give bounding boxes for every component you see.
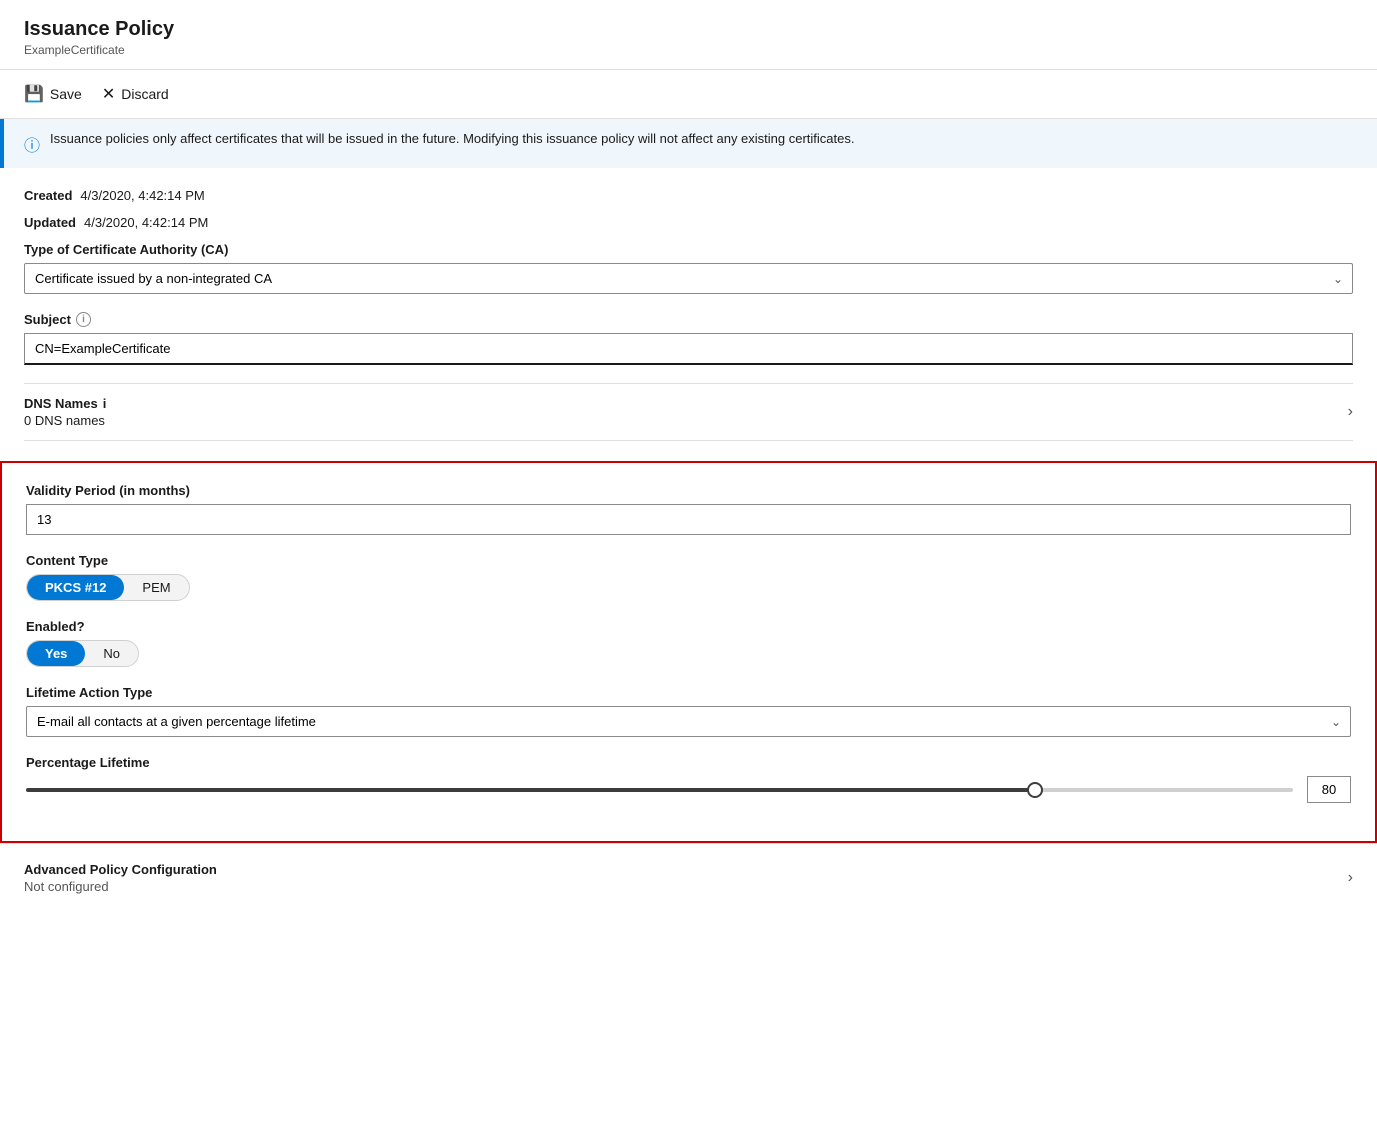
highlighted-section: Validity Period (in months) Content Type… (0, 461, 1377, 843)
ca-type-field: Type of Certificate Authority (CA) Certi… (24, 242, 1353, 294)
content-type-field: Content Type PKCS #12 PEM (26, 553, 1351, 601)
validity-input[interactable] (26, 504, 1351, 535)
validity-label: Validity Period (in months) (26, 483, 1351, 498)
enabled-no-button[interactable]: No (85, 641, 138, 666)
info-text: Issuance policies only affect certificat… (50, 131, 854, 146)
created-row: Created 4/3/2020, 4:42:14 PM (24, 188, 1353, 203)
content-type-pkcs12-button[interactable]: PKCS #12 (27, 575, 124, 600)
advanced-title: Advanced Policy Configuration (24, 862, 217, 877)
page-title: Issuance Policy (24, 18, 1353, 41)
ca-type-select-wrapper: Certificate issued by a non-integrated C… (24, 263, 1353, 294)
dns-info-icon[interactable]: i (103, 396, 107, 411)
ca-type-label: Type of Certificate Authority (CA) (24, 242, 1353, 257)
content-type-toggle-group: PKCS #12 PEM (26, 574, 190, 601)
enabled-yes-button[interactable]: Yes (27, 641, 85, 666)
info-banner: ⓘ Issuance policies only affect certific… (0, 119, 1377, 168)
created-label: Created (24, 188, 72, 203)
lifetime-action-select[interactable]: E-mail all contacts at a given percentag… (26, 706, 1351, 737)
slider-container (26, 780, 1293, 800)
lifetime-action-select-wrapper: E-mail all contacts at a given percentag… (26, 706, 1351, 737)
ca-type-select[interactable]: Certificate issued by a non-integrated C… (24, 263, 1353, 294)
subject-label: Subject i (24, 312, 1353, 327)
advanced-chevron-right-icon: › (1348, 869, 1353, 887)
subject-field: Subject i (24, 312, 1353, 365)
updated-value: 4/3/2020, 4:42:14 PM (84, 215, 208, 230)
enabled-label: Enabled? (26, 619, 1351, 634)
enabled-field: Enabled? Yes No (26, 619, 1351, 667)
subject-input[interactable] (24, 333, 1353, 365)
subject-info-icon[interactable]: i (76, 312, 91, 327)
save-button[interactable]: 💾 Save (24, 80, 82, 108)
toolbar: 💾 Save ✕ Discard (0, 70, 1377, 119)
content-type-pem-button[interactable]: PEM (124, 575, 188, 600)
lifetime-action-field: Lifetime Action Type E-mail all contacts… (26, 685, 1351, 737)
save-label: Save (50, 86, 82, 102)
info-icon: ⓘ (24, 132, 40, 156)
dns-title: DNS Names i (24, 396, 106, 411)
dns-chevron-right-icon: › (1348, 403, 1353, 421)
save-icon: 💾 (24, 84, 44, 104)
dns-names-row[interactable]: DNS Names i 0 DNS names › (24, 383, 1353, 441)
page-header: Issuance Policy ExampleCertificate (0, 0, 1377, 70)
page-subtitle: ExampleCertificate (24, 43, 1353, 57)
percentage-lifetime-field: Percentage Lifetime (26, 755, 1351, 803)
percentage-lifetime-value-input[interactable] (1307, 776, 1351, 803)
dns-left: DNS Names i 0 DNS names (24, 396, 106, 428)
percentage-lifetime-slider[interactable] (26, 788, 1293, 792)
form-area: Created 4/3/2020, 4:42:14 PM Updated 4/3… (0, 168, 1377, 461)
dns-count: 0 DNS names (24, 413, 106, 428)
advanced-status: Not configured (24, 879, 217, 894)
content-type-label: Content Type (26, 553, 1351, 568)
discard-label: Discard (121, 86, 168, 102)
discard-icon: ✕ (102, 84, 115, 104)
percentage-lifetime-label: Percentage Lifetime (26, 755, 1351, 770)
enabled-toggle-group: Yes No (26, 640, 139, 667)
created-value: 4/3/2020, 4:42:14 PM (80, 188, 204, 203)
validity-field: Validity Period (in months) (26, 483, 1351, 535)
advanced-policy-row[interactable]: Advanced Policy Configuration Not config… (0, 843, 1377, 912)
lifetime-action-label: Lifetime Action Type (26, 685, 1351, 700)
updated-label: Updated (24, 215, 76, 230)
slider-row (26, 776, 1351, 803)
updated-row: Updated 4/3/2020, 4:42:14 PM (24, 215, 1353, 230)
discard-button[interactable]: ✕ Discard (102, 80, 169, 108)
advanced-left: Advanced Policy Configuration Not config… (24, 862, 217, 894)
